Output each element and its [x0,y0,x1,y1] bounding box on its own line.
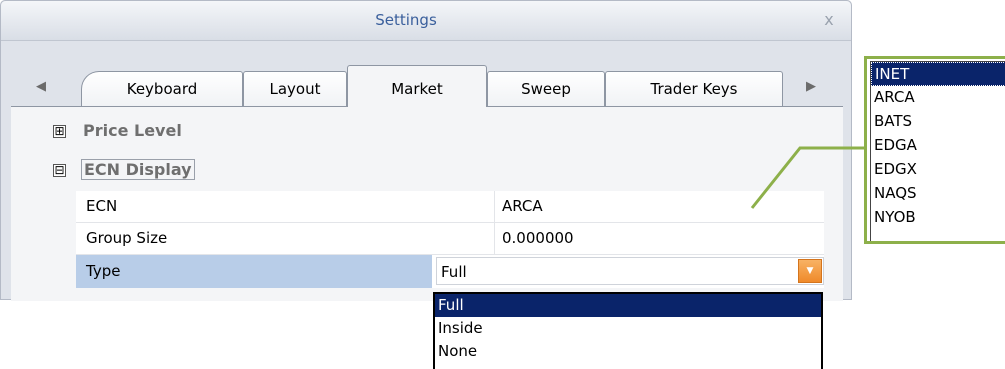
ecn-options-list: INET ARCA BATS EDGA EDGX NAQS NYOB [870,61,1005,241]
ecn-option-nyob[interactable]: NYOB [871,206,1005,230]
ecn-option-arca[interactable]: ARCA [871,86,1005,110]
ecn-option-edgx[interactable]: EDGX [871,158,1005,182]
ecn-option-inet[interactable]: INET [871,62,1005,86]
ecn-option-bats[interactable]: BATS [871,110,1005,134]
ecn-options-callout: INET ARCA BATS EDGA EDGX NAQS NYOB [864,56,1005,244]
ecn-option-edga[interactable]: EDGA [871,134,1005,158]
ecn-option-naqs[interactable]: NAQS [871,182,1005,206]
tab-market[interactable]: Market [347,65,487,107]
callout-connector [750,146,866,209]
